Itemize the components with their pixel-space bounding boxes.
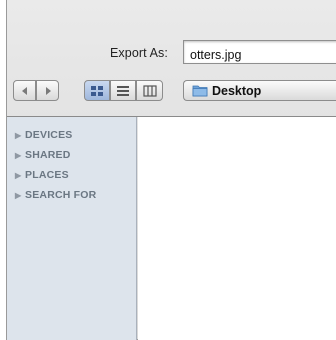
sidebar-item-shared[interactable]: ▶ SHARED <box>7 145 136 165</box>
file-browser: ▶ DEVICES ▶ SHARED ▶ PLACES ▶ SEARCH FOR <box>7 116 336 340</box>
columns-icon <box>142 84 157 97</box>
sidebar-item-label: PLACES <box>25 169 69 181</box>
list-icon <box>117 85 129 96</box>
chevron-left-icon <box>21 86 27 95</box>
nav-buttons <box>13 80 59 101</box>
export-as-label: Export As: <box>110 46 168 60</box>
export-row: Export As: <box>7 0 336 80</box>
disclosure-triangle-icon[interactable]: ▶ <box>15 191 25 200</box>
disclosure-triangle-icon[interactable]: ▶ <box>15 131 25 140</box>
sidebar-item-devices[interactable]: ▶ DEVICES <box>7 125 136 145</box>
export-filename-input[interactable] <box>183 40 336 64</box>
sidebar-item-label: SHARED <box>25 149 71 161</box>
back-button[interactable] <box>13 80 36 101</box>
view-mode-control <box>84 80 163 101</box>
sidebar-item-places[interactable]: ▶ PLACES <box>7 165 136 185</box>
sidebar-item-search-for[interactable]: ▶ SEARCH FOR <box>7 185 136 205</box>
disclosure-triangle-icon[interactable]: ▶ <box>15 171 25 180</box>
sidebar: ▶ DEVICES ▶ SHARED ▶ PLACES ▶ SEARCH FOR <box>7 117 137 340</box>
column-view-button[interactable] <box>136 80 163 101</box>
sidebar-item-label: DEVICES <box>25 129 73 141</box>
location-popup[interactable]: Desktop <box>183 80 336 101</box>
icon-view-button[interactable] <box>84 80 110 101</box>
icon-grid-icon <box>91 85 103 96</box>
sidebar-item-label: SEARCH FOR <box>25 189 97 201</box>
chevron-right-icon <box>45 86 51 95</box>
disclosure-triangle-icon[interactable]: ▶ <box>15 151 25 160</box>
folder-icon <box>192 85 208 97</box>
save-sheet: Export As: otters.jpg Desktop ▶ DEVICES … <box>6 0 336 340</box>
list-view-button[interactable] <box>110 80 136 101</box>
browser-toolbar: Desktop <box>7 78 336 110</box>
file-list-area[interactable] <box>138 117 336 340</box>
forward-button[interactable] <box>36 80 59 101</box>
location-label: Desktop <box>212 83 262 98</box>
